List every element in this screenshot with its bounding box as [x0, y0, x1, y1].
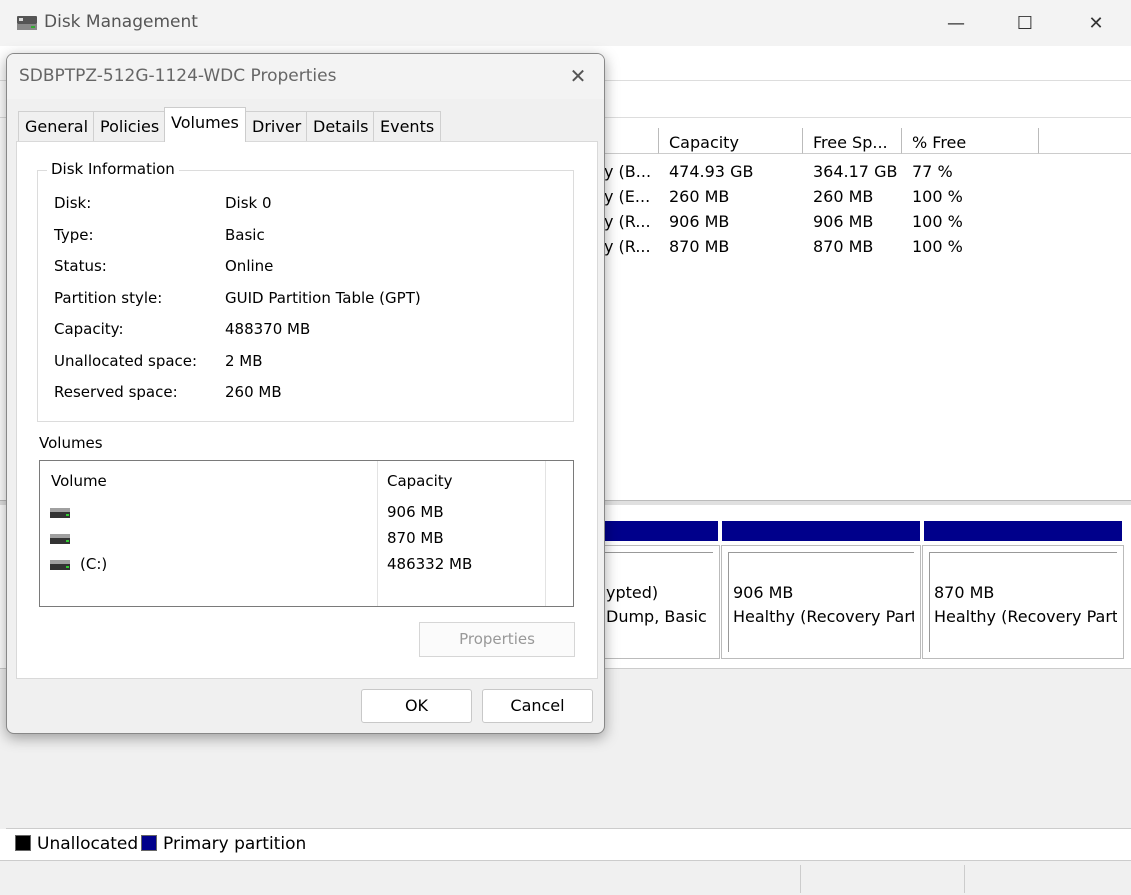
volumes-tab-panel: Disk Information Disk: Disk 0 Type: Basi… [16, 141, 598, 679]
status-divider [964, 865, 965, 893]
volume-column-header[interactable]: Volume [51, 472, 107, 490]
volumes-table[interactable]: Volume Capacity 906 MB 870 MB (C:) 48633… [39, 460, 574, 607]
partition-line1: ypted) [606, 583, 659, 602]
tab-driver[interactable]: Driver [245, 111, 309, 141]
volume-capacity: 870 MB [387, 529, 444, 547]
volume-row[interactable]: (C:) 486332 MB [40, 553, 545, 577]
disk-label: Disk: [54, 194, 92, 212]
capacity-column-header[interactable]: Capacity [387, 472, 453, 490]
legend-primary: Primary partition [163, 834, 307, 854]
row-capacity: 260 MB [669, 187, 730, 206]
volume-capacity: 486332 MB [387, 555, 473, 573]
column-divider [545, 461, 546, 606]
partition-line2: Healthy (Recovery Part [733, 607, 914, 626]
row-capacity: 870 MB [669, 237, 730, 256]
drive-icon [50, 508, 70, 518]
unallocated-space-label: Unallocated space: [54, 352, 198, 370]
row-capacity: 474.93 GB [669, 162, 754, 181]
properties-button[interactable]: Properties [419, 622, 575, 657]
tab-volumes[interactable]: Volumes [164, 107, 246, 142]
column-header-status[interactable] [600, 128, 659, 154]
status-value: Online [225, 257, 274, 275]
row-percent-free: 100 % [912, 187, 963, 206]
minimize-button[interactable]: — [924, 0, 988, 46]
row-free-space: 870 MB [813, 237, 874, 256]
close-icon: ✕ [1088, 12, 1104, 34]
row-percent-free: 100 % [912, 212, 963, 231]
cancel-button[interactable]: Cancel [482, 689, 593, 723]
row-free-space: 906 MB [813, 212, 874, 231]
capacity-value: 488370 MB [225, 320, 311, 338]
unallocated-swatch [15, 835, 31, 851]
title-bar: Disk Management — ☐ ✕ [0, 0, 1131, 46]
disk-information-label: Disk Information [47, 160, 179, 178]
row-percent-free: 77 % [912, 162, 953, 181]
drive-icon [50, 534, 70, 544]
volume-row[interactable]: 870 MB [40, 527, 545, 551]
maximize-button[interactable]: ☐ [993, 0, 1057, 46]
close-button[interactable]: ✕ [1064, 0, 1128, 46]
column-header-empty [1039, 128, 1131, 154]
ok-button[interactable]: OK [361, 689, 472, 723]
tab-general[interactable]: General [18, 111, 96, 141]
status-divider [800, 865, 801, 893]
partition-bar [600, 521, 718, 541]
tab-details[interactable]: Details [306, 111, 376, 141]
row-capacity: 906 MB [669, 212, 730, 231]
partition-style-label: Partition style: [54, 289, 163, 307]
window-title: Disk Management [44, 12, 198, 32]
partition-c[interactable]: ypted) Dump, Basic D [600, 545, 720, 659]
drive-icon [50, 560, 70, 570]
dialog-title: SDBPTPZ-512G-1124-WDC Properties [19, 66, 337, 86]
status-label: Status: [54, 257, 107, 275]
volume-name: (C:) [80, 555, 108, 573]
legend-unallocated: Unallocated [37, 834, 139, 854]
minimize-icon: — [947, 12, 965, 34]
column-header-free-space[interactable]: Free Sp... [803, 128, 902, 154]
partition-recovery-1[interactable]: 906 MB Healthy (Recovery Part [721, 545, 921, 659]
row-status: y (E... [604, 187, 651, 206]
row-status: y (B... [604, 162, 652, 181]
row-free-space: 364.17 GB [813, 162, 898, 181]
partition-bar [722, 521, 920, 541]
primary-swatch [141, 835, 157, 851]
partition-line2: Dump, Basic D [606, 607, 713, 626]
disk-value: Disk 0 [225, 194, 272, 212]
unallocated-space-value: 2 MB [225, 352, 263, 370]
partition-line1: 906 MB [733, 583, 794, 602]
partition-line1: 870 MB [934, 583, 995, 602]
reserved-space-label: Reserved space: [54, 383, 178, 401]
close-icon: ✕ [569, 64, 587, 88]
partition-line2: Healthy (Recovery Part [934, 607, 1117, 626]
row-free-space: 260 MB [813, 187, 874, 206]
partition-style-value: GUID Partition Table (GPT) [225, 289, 421, 307]
type-value: Basic [225, 226, 265, 244]
capacity-label: Capacity: [54, 320, 124, 338]
properties-dialog: SDBPTPZ-512G-1124-WDC Properties ✕ Gener… [6, 53, 605, 734]
maximize-icon: ☐ [1016, 12, 1034, 34]
volumes-label: Volumes [39, 434, 103, 452]
row-status: y (R... [604, 212, 651, 231]
disk-management-app-icon [17, 16, 37, 30]
row-percent-free: 100 % [912, 237, 963, 256]
volume-capacity: 906 MB [387, 503, 444, 521]
row-status: y (R... [604, 237, 651, 256]
column-header-capacity[interactable]: Capacity [659, 128, 803, 154]
status-bar [0, 860, 1131, 895]
tab-events[interactable]: Events [373, 111, 442, 141]
type-label: Type: [54, 226, 94, 244]
dialog-title-bar: SDBPTPZ-512G-1124-WDC Properties ✕ [7, 54, 604, 99]
reserved-space-value: 260 MB [225, 383, 282, 401]
partition-bar [924, 521, 1122, 541]
legend: Unallocated Primary partition [6, 828, 1131, 859]
volume-row[interactable]: 906 MB [40, 501, 545, 525]
column-header-percent-free[interactable]: % Free [902, 128, 1039, 154]
tab-policies[interactable]: Policies [93, 111, 167, 141]
partition-recovery-2[interactable]: 870 MB Healthy (Recovery Part [922, 545, 1124, 659]
dialog-close-button[interactable]: ✕ [562, 62, 594, 90]
